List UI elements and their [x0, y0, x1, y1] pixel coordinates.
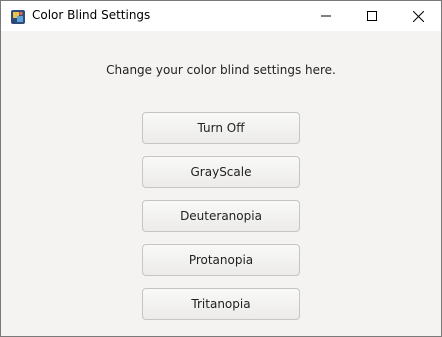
window-title: Color Blind Settings	[32, 8, 151, 22]
minimize-button[interactable]	[303, 1, 349, 31]
maximize-icon	[367, 11, 377, 21]
tritanopia-button[interactable]: Tritanopia	[142, 288, 300, 320]
settings-window: Color Blind Settings Change your color b…	[0, 0, 442, 337]
turn-off-button[interactable]: Turn Off	[142, 112, 300, 144]
minimize-icon	[321, 15, 331, 17]
settings-panel: Change your color blind settings here. T…	[1, 31, 441, 336]
close-icon	[412, 10, 424, 22]
deuteranopia-button[interactable]: Deuteranopia	[142, 200, 300, 232]
maximize-button[interactable]	[349, 1, 395, 31]
close-button[interactable]	[395, 1, 441, 31]
instruction-text: Change your color blind settings here.	[106, 63, 336, 77]
color-palette-icon	[11, 9, 25, 24]
protanopia-button[interactable]: Protanopia	[142, 244, 300, 276]
grayscale-button[interactable]: GrayScale	[142, 156, 300, 188]
title-bar[interactable]: Color Blind Settings	[1, 1, 441, 31]
